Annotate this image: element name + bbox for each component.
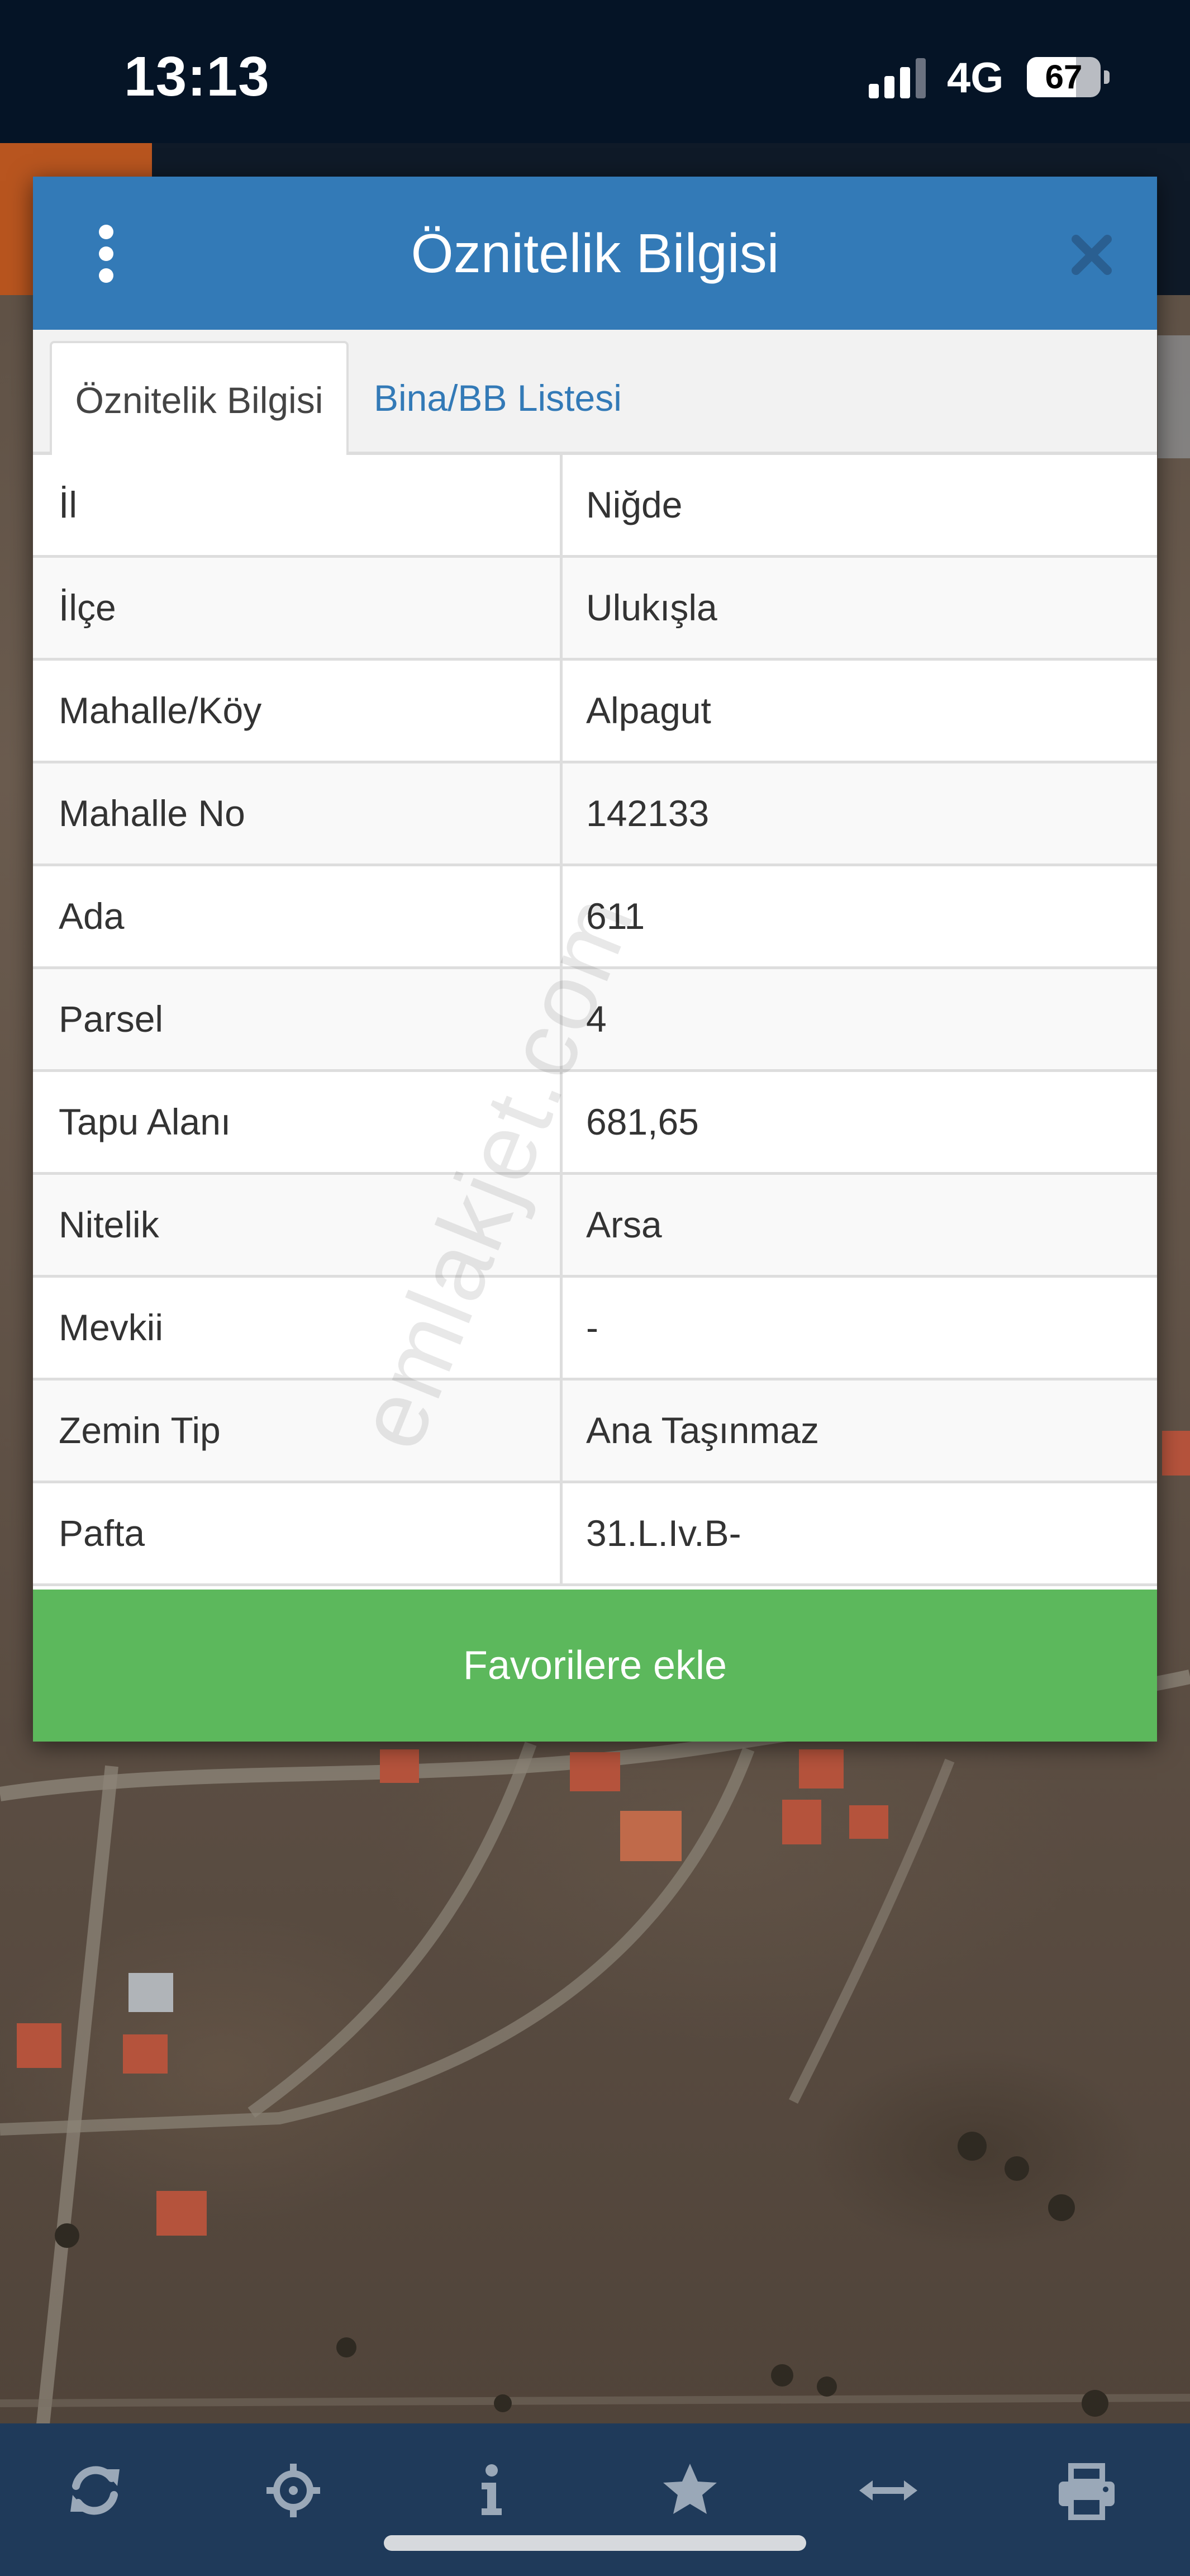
bottom-toolbar — [0, 2423, 1190, 2576]
network-label: 4G — [947, 54, 1004, 102]
dialog-title: Öznitelik Bilgisi — [411, 222, 779, 284]
battery-icon: 67 — [1027, 57, 1111, 97]
row-key-mevkii: Mevkii — [33, 1278, 563, 1378]
map-side-handle[interactable] — [1158, 335, 1190, 458]
row-key-mahalle-koy: Mahalle/Köy — [33, 661, 563, 761]
tab-bar: Öznitelik Bilgisi Bina/BB Listesi — [33, 330, 1157, 455]
status-bar: 13:13 4G 67 — [0, 0, 1190, 143]
row-value-zemin-tip: Ana Taşınmaz — [586, 1410, 820, 1451]
row-key-pafta: Pafta — [33, 1483, 563, 1583]
row-key-nitelik: Nitelik — [33, 1175, 563, 1275]
refresh-icon[interactable] — [61, 2457, 128, 2524]
row-key-ilce: İlçe — [33, 558, 563, 658]
row-value-mahalle-koy: Alpagut — [586, 690, 711, 731]
row-key-parsel: Parsel — [33, 969, 563, 1069]
row-key-mahalle-no: Mahalle No — [33, 763, 563, 864]
row-value-ilce: Ulukışla — [586, 587, 717, 628]
row-value-mevkii: - — [586, 1307, 598, 1348]
attribute-table: İl Niğde İlçe Ulukışla Mahalle/Köy Alpag… — [33, 455, 1157, 1586]
home-indicator[interactable] — [384, 2535, 806, 2551]
table-row: Tapu Alanı 681,65 — [33, 1072, 1157, 1175]
info-icon[interactable] — [457, 2457, 524, 2524]
signal-icon — [869, 58, 926, 98]
attribute-dialog: Öznitelik Bilgisi Öznitelik Bilgisi Bina… — [33, 177, 1157, 1742]
table-row: Zemin Tip Ana Taşınmaz — [33, 1380, 1157, 1483]
tab-attribute-info[interactable]: Öznitelik Bilgisi — [50, 341, 349, 455]
row-key-tapu-alani: Tapu Alanı — [33, 1072, 563, 1172]
dialog-header: Öznitelik Bilgisi — [33, 177, 1157, 330]
battery-body: 67 — [1027, 57, 1101, 97]
table-row: Mahalle No 142133 — [33, 763, 1157, 866]
measure-icon[interactable] — [855, 2457, 922, 2524]
row-key-zemin-tip: Zemin Tip — [33, 1380, 563, 1481]
row-key-ada: Ada — [33, 866, 563, 966]
star-icon[interactable] — [656, 2457, 723, 2524]
tab-building-list[interactable]: Bina/BB Listesi — [374, 341, 622, 455]
add-to-favorites-button[interactable]: Favorilere ekle — [33, 1590, 1157, 1742]
row-value-nitelik: Arsa — [586, 1204, 662, 1245]
locate-icon[interactable] — [260, 2457, 327, 2524]
row-value-ada: 611 — [586, 895, 645, 937]
row-value-mahalle-no: 142133 — [586, 793, 710, 834]
row-key-il: İl — [33, 455, 563, 555]
status-time: 13:13 — [124, 45, 270, 108]
table-row: Mahalle/Köy Alpagut — [33, 661, 1157, 763]
row-value-pafta: 31.L.Iv.B- — [586, 1512, 741, 1554]
table-row: İlçe Ulukışla — [33, 558, 1157, 661]
vertical-dots-icon[interactable] — [94, 225, 117, 283]
print-icon[interactable] — [1053, 2457, 1120, 2524]
table-row: Nitelik Arsa — [33, 1175, 1157, 1278]
battery-tip — [1104, 70, 1110, 84]
row-value-il: Niğde — [586, 484, 683, 525]
table-row: İl Niğde — [33, 455, 1157, 558]
table-row: Parsel 4 — [33, 969, 1157, 1072]
table-row: Ada 611 — [33, 866, 1157, 969]
battery-level: 67 — [1045, 58, 1083, 96]
table-row: Pafta 31.L.Iv.B- — [33, 1483, 1157, 1586]
table-row: Mevkii - — [33, 1278, 1157, 1380]
row-value-tapu-alani: 681,65 — [586, 1101, 699, 1142]
row-value-parsel: 4 — [586, 998, 607, 1040]
close-icon[interactable] — [1069, 233, 1114, 277]
